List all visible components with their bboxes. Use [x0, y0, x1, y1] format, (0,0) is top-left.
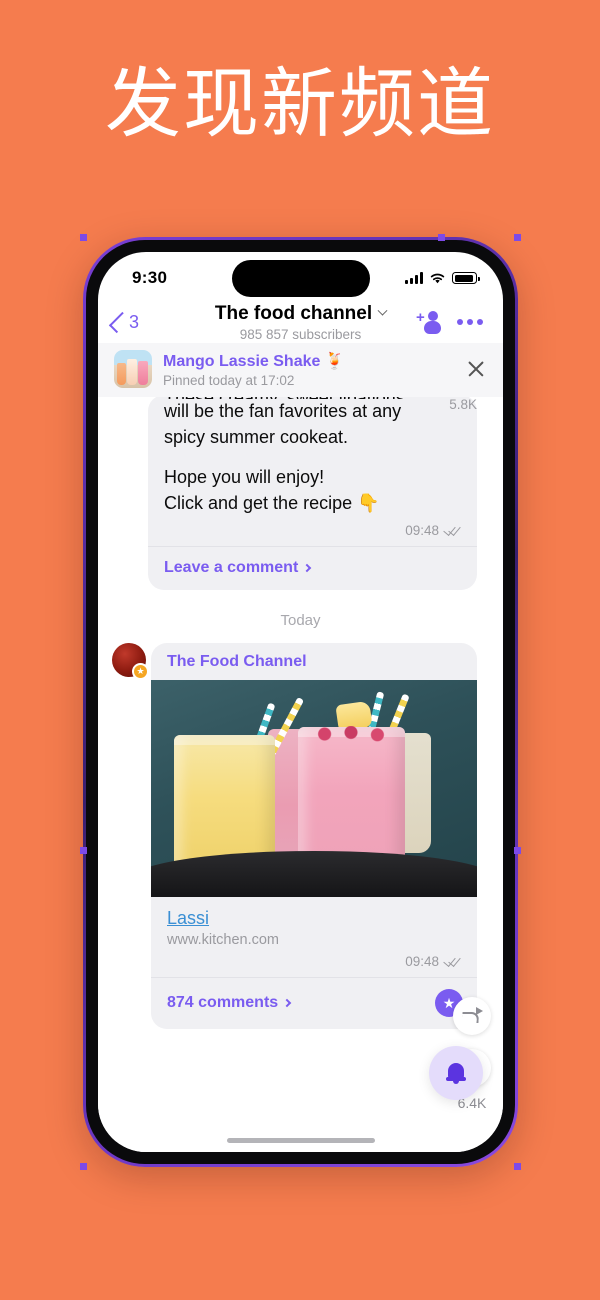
- link-title[interactable]: Lassi: [167, 908, 209, 929]
- berry-garnish: [307, 725, 396, 742]
- message-meta: 09:48: [164, 523, 461, 538]
- pinned-title: Mango Lassie Shake 🍹: [163, 352, 345, 370]
- comments-label: 874 comments: [167, 993, 279, 1011]
- chevron-left-icon: [108, 311, 131, 333]
- message-line: Click and get the recipe 👇: [164, 492, 380, 513]
- message-item: ★ The Food Channel Lassi www.kitchen.com…: [98, 642, 503, 1029]
- bell-clapper: [453, 1080, 459, 1084]
- channel-title: The food channel: [214, 302, 373, 324]
- share-button[interactable]: [453, 997, 491, 1035]
- bell-icon: [446, 1062, 466, 1084]
- selection-marker-top-edge[interactable]: [438, 234, 445, 241]
- status-bar: 9:30: [98, 252, 503, 304]
- message-line-clipped: These creamy, sweet libations,: [164, 397, 461, 399]
- phone-screen: 9:30 3 The food channel 985 857 subscrib…: [98, 252, 503, 1152]
- message-body: These creamy, sweet libations, will be t…: [148, 397, 477, 546]
- post-sender-name: The Food Channel: [167, 652, 307, 670]
- star-badge-icon: ★: [132, 662, 149, 680]
- add-person-icon[interactable]: +: [415, 310, 441, 334]
- leave-comment-button[interactable]: Leave a comment: [164, 558, 312, 577]
- message-line: Hope you will enjoy!: [164, 466, 325, 487]
- message-time: 09:48: [405, 522, 439, 538]
- chevron-down-icon: [377, 305, 388, 316]
- pinned-subtitle: Pinned today at 17:02: [163, 372, 295, 388]
- selection-marker-top-right[interactable]: [514, 234, 521, 241]
- channel-avatar[interactable]: ★: [112, 642, 149, 680]
- status-time: 9:30: [132, 268, 168, 287]
- post-meta: 09:48: [167, 954, 461, 969]
- message-bubble[interactable]: These creamy, sweet libations, will be t…: [148, 397, 477, 590]
- selection-marker-top-left[interactable]: [80, 234, 87, 241]
- channel-header: 3 The food channel 985 857 subscribers +: [98, 302, 503, 343]
- channel-title-row[interactable]: The food channel: [214, 302, 388, 325]
- post-time: 09:48: [405, 953, 439, 969]
- double-check-icon: [444, 956, 461, 967]
- comments-button[interactable]: 874 comments: [167, 993, 292, 1012]
- header-actions: +: [415, 310, 483, 334]
- smoothie-photo[interactable]: [151, 679, 477, 897]
- chevron-right-icon: [303, 563, 312, 572]
- back-unread-count: 3: [129, 311, 140, 332]
- selection-marker-bottom-left[interactable]: [80, 1163, 87, 1170]
- chevron-right-icon: [282, 998, 292, 1007]
- more-horizontal-icon[interactable]: [457, 319, 483, 325]
- battery-icon: [452, 272, 480, 284]
- pinned-text-block: Mango Lassie Shake 🍹 Pinned today at 17:…: [163, 351, 454, 388]
- double-check-icon: [444, 525, 461, 536]
- page-title: 发现新频道: [105, 59, 495, 148]
- phone-mockup: 9:30 3 The food channel 985 857 subscrib…: [80, 234, 521, 1170]
- back-button[interactable]: 3: [108, 311, 140, 333]
- day-divider: Today: [280, 611, 321, 629]
- thumb-glass-3: [138, 361, 148, 385]
- mute-notifications-button[interactable]: [429, 1046, 483, 1100]
- pinned-message-bar[interactable]: Mango Lassie Shake 🍹 Pinned today at 17:…: [98, 343, 503, 397]
- leave-comment-label: Leave a comment: [164, 558, 299, 576]
- post-bubble[interactable]: The Food Channel Lassi www.kitchen.com 0…: [151, 642, 477, 1029]
- plus-glyph: +: [416, 309, 425, 326]
- slate-board: [151, 850, 477, 897]
- close-icon[interactable]: [465, 358, 487, 380]
- phone-bezel: 9:30 3 The food channel 985 857 subscrib…: [86, 240, 515, 1164]
- status-indicators: [405, 272, 480, 285]
- wifi-icon: [430, 273, 445, 283]
- message-line: will be the fan favorites at any: [164, 401, 402, 421]
- chat-scroll-area[interactable]: 5.8K These creamy, sweet libations, will…: [98, 397, 503, 1152]
- pinned-photo-thumbnail: [114, 350, 152, 388]
- message-paragraph: Hope you will enjoy! Click and get the r…: [164, 465, 461, 517]
- selection-marker-bottom-right[interactable]: [514, 1163, 521, 1170]
- cellular-bars-icon: [405, 272, 423, 284]
- thumb-glass-2: [127, 359, 137, 385]
- share-arrow-icon: [462, 1007, 483, 1025]
- message-footer[interactable]: Leave a comment: [148, 545, 477, 590]
- view-count: 5.8K: [449, 397, 477, 412]
- link-url: www.kitchen.com: [167, 931, 280, 948]
- link-preview[interactable]: Lassi www.kitchen.com 09:48: [151, 897, 477, 977]
- message-item: 5.8K These creamy, sweet libations, will…: [98, 397, 503, 590]
- post-footer[interactable]: 874 comments ★: [151, 976, 477, 1029]
- selection-marker-left-edge[interactable]: [80, 847, 87, 854]
- person-head: [428, 311, 438, 321]
- dynamic-island: [231, 260, 370, 297]
- thumb-glass-1: [117, 363, 126, 385]
- person-body: [424, 321, 441, 334]
- message-line: spicy summer cookeat.: [164, 426, 349, 447]
- home-indicator-bar[interactable]: [226, 1138, 375, 1143]
- selection-marker-right-edge[interactable]: [514, 847, 521, 854]
- phone-frame: 9:30 3 The food channel 985 857 subscrib…: [83, 237, 518, 1167]
